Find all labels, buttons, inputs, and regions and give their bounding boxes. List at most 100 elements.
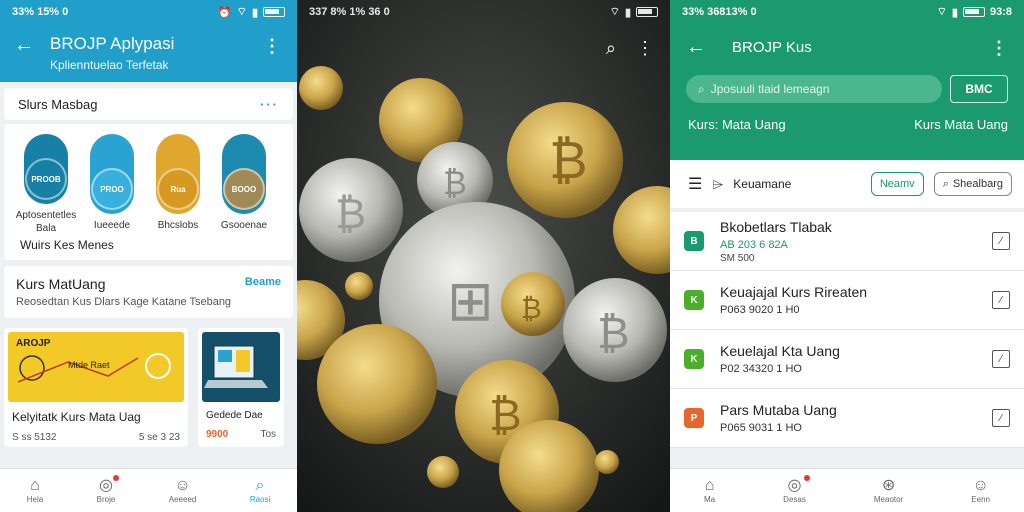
article-tile[interactable]: Gedede Dae 9900 Tos [198,328,284,447]
overflow-menu-icon[interactable]: ⋮ [990,38,1008,59]
edit-icon[interactable]: ⁄ [992,350,1010,368]
bottom-navigation: ⌂ Hela ◎ Broje ☺ Aeeeed ⌕ Raosi [0,468,297,512]
article-image-label: AROJP [16,338,51,349]
bottom-navigation: ⌂ Ma ◎ Desas ⊛ Meaotor ☺ Eenn [670,468,1024,512]
status-time: 337 8% 1% 36 0 [309,6,390,18]
svg-text:₿: ₿ [549,131,588,191]
back-arrow-icon[interactable]: ← [686,36,706,59]
right-phone-screen: 33% 36813% 0 ⌔ ▮ 93:8 ← BROJP Kus ⋮ ⌕ Jp… [670,0,1024,512]
list-item[interactable]: P Pars Mutaba Uang P065 9031 1 HO ⁄ [670,389,1024,448]
coin-shortcut[interactable]: PROO Iueeede [86,134,138,234]
filter-chip-search[interactable]: ⌕ Shealbarg [933,172,1012,196]
item-code: P065 9031 1 HO [720,422,802,434]
tile-caption: Gedede Dae [206,410,263,421]
coin-caption: Bhcslobs [157,220,199,231]
nav-item[interactable]: ⌂ Hela [27,477,43,504]
svg-text:₿: ₿ [521,292,542,325]
filter-chip-label: Shealbarg [952,178,1003,190]
overflow-menu-icon[interactable]: ⋮ [263,36,281,57]
coin-caption: Gsooenae [220,220,268,231]
more-coins-link[interactable]: Wuirs Kes Menes [4,234,293,260]
app-bar: ← BROJP Aplypasi Kplienntuelao Terfetak [0,24,297,72]
kurs-title: Kurs MatUang [16,276,106,292]
filter-chip[interactable]: Neamv [870,172,924,196]
alarm-icon: ⏰ [217,6,232,19]
list-item[interactable]: K Keuelajal Kta Uang P02 34320 1 HO ⁄ [670,330,1024,389]
coin-pill: BOOO [222,134,266,214]
coin-caption-2: Bala [35,223,56,234]
middle-coin-photo: ₿ ₿ ₿ ⊞ ₿ ₿ ₿ 337 8% 1% 36 0 ⌔ ▮ ⌕ ⋮ [297,0,670,512]
signal-icon: ▮ [951,6,958,19]
status-time: 33% 36813% 0 [682,6,757,18]
nav-label: Ma [704,495,716,504]
svg-text:₿: ₿ [443,164,467,202]
article-image-text: Mtde Raet [68,360,110,370]
nav-item[interactable]: ⌂ Ma [704,477,715,504]
status-icons: ⌔ ▮ [610,5,658,19]
article-meta-left: S ss 5132 [12,432,57,443]
list-item[interactable]: K Keuajajal Kurs Rireaten P063 9020 1 H0 ⁄ [670,271,1024,330]
coin-disc-icon: PROO [91,168,133,210]
kurs-card: Kurs MatUang Beame Reosedtan Kus Dlars K… [4,266,293,318]
home-icon: ⌂ [30,477,40,494]
edit-icon[interactable]: ⁄ [992,409,1010,427]
item-amount: SM 500 [720,252,755,264]
currency-list: B Bkobetlars Tlabak AB 203 6 82A SM 500 ⁄ K Ke… [670,212,1024,448]
item-code: P063 9020 1 H0 [720,304,800,316]
list-item[interactable]: B Bkobetlars Tlabak AB 203 6 82A SM 500 ⁄ [670,212,1024,271]
nav-item[interactable]: ☺ Eenn [971,477,990,504]
article-tiles: AROJP Mtde Raet Kelyitatk Kurs Mata Uag … [4,328,293,447]
item-code: P02 34320 1 HO [720,363,802,375]
search-icon[interactable]: ⌕ [606,38,616,59]
item-text: Bkobetlars Tlabak AB 203 6 82A SM 500 [720,219,992,264]
edit-icon[interactable]: ⁄ [992,291,1010,309]
coin-photo-illustration: ₿ ₿ ₿ ⊞ ₿ ₿ ₿ [297,0,670,512]
search-icon: ⌕ [255,477,265,494]
tile-meta-left: 9900 [206,429,229,440]
coin-pill: Rua [156,134,200,214]
signal-icon: ▮ [251,6,258,19]
status-time: 33% 15% 0 [12,6,69,18]
item-code: AB 203 6 82A [720,238,788,251]
home-icon: ⌂ [704,477,715,494]
edit-icon[interactable]: ⁄ [992,232,1010,250]
coin-shortcut[interactable]: Rua Bhcslobs [152,134,204,234]
coin-shortcut[interactable]: PROOB Aptosentetles Bala [16,134,76,234]
search-placeholder: Jposuuli tlaid lemeagn [710,82,830,96]
nav-label: Raosi [249,495,271,504]
search-button[interactable]: BMC [950,75,1008,103]
page-title: BROJP Aplypasi [50,34,175,53]
coin-shortcut[interactable]: BOOO Gsooenae [218,134,270,234]
search-input[interactable]: ⌕ Jposuuli tlaid lemeagn [686,75,942,103]
item-name: Bkobetlars Tlabak [720,218,832,235]
item-name: Pars Mutaba Uang [720,402,837,418]
item-text: Pars Mutaba Uang P065 9031 1 HO [720,402,992,434]
coin-pill: PROO [90,134,134,214]
nav-item[interactable]: ◎ Desas [783,475,810,504]
back-arrow-icon[interactable]: ← [14,34,34,56]
kurs-label-right: Kurs Mata Uang [914,117,1008,132]
coin [595,450,619,474]
app-header: 33% 15% 0 ⏰ ⌔ ▮ ← BROJP Aplypasi Kplienn… [0,0,297,82]
nav-item[interactable]: ⌕ Raosi [250,477,270,504]
nav-item[interactable]: ⊛ Meaotor [874,477,903,504]
nav-item[interactable]: ◎ Broje [97,475,120,504]
battery-icon [263,7,285,17]
tag-icon: ⌲ [712,175,724,192]
status-bar: 33% 15% 0 ⏰ ⌔ ▮ [0,0,297,24]
nav-item[interactable]: ☺ Aeeeed [169,477,197,504]
item-name: Keuelajal Kta Uang [720,343,840,359]
coins-section: Slurs Masbag ··· [4,88,293,120]
tile-meta-right: Tos [260,429,276,440]
overflow-menu-icon[interactable]: ⋮ [636,38,654,59]
coin [427,456,459,488]
more-dots-button[interactable]: ··· [260,97,279,112]
person-icon: ☺ [174,477,191,494]
coin-caption: Aptosentetles [15,210,77,221]
article-tile[interactable]: AROJP Mtde Raet Kelyitatk Kurs Mata Uag … [4,328,188,447]
list-icon[interactable]: ☰ [688,174,702,194]
article-caption: Kelyitatk Kurs Mata Uag [12,410,141,424]
signal-icon: ▮ [624,6,631,19]
filter-label: Keuamane [733,177,792,191]
kurs-link[interactable]: Beame [245,276,281,292]
